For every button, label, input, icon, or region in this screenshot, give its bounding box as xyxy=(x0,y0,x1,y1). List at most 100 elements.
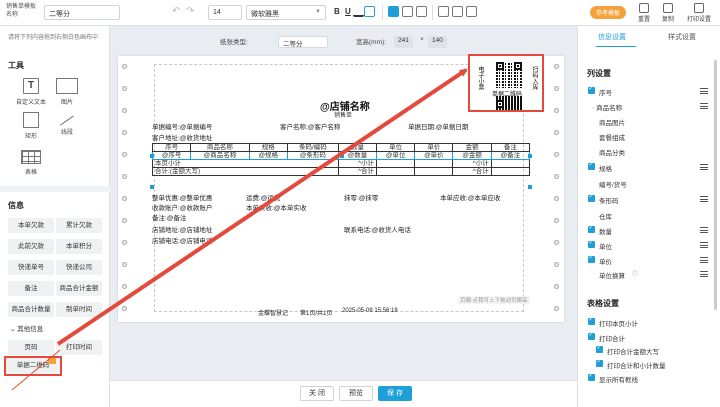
checkbox[interactable] xyxy=(596,344,603,353)
table-cell[interactable]: @商品名称 xyxy=(190,151,250,160)
info-item[interactable]: 商品合计金额 xyxy=(56,281,102,296)
other-info-toggle[interactable]: ⌄ 其他信息 xyxy=(10,323,43,333)
freight-field[interactable]: 运费:@运费 xyxy=(246,192,280,202)
store-phone-field[interactable]: 店铺电话:@店铺电话 xyxy=(152,235,212,245)
info-item[interactable]: 本单积分 xyxy=(56,239,102,254)
drag-handle-icon[interactable] xyxy=(700,196,708,202)
undo-icon[interactable]: ↶ xyxy=(172,6,180,17)
bold-button[interactable]: B xyxy=(334,7,340,16)
tool-line[interactable]: 线段 xyxy=(48,112,86,136)
align-left-icon[interactable] xyxy=(388,6,399,17)
copy-button[interactable]: 复制 xyxy=(655,3,681,23)
customer-address-field[interactable]: 客户地址:@收货地址 xyxy=(152,132,212,142)
valign-top-icon[interactable] xyxy=(438,6,449,17)
column-item[interactable]: 仓库 xyxy=(588,211,710,221)
checkbox[interactable] xyxy=(596,358,603,367)
save-button[interactable]: 保 存 xyxy=(378,386,412,401)
checkbox-toggle[interactable] xyxy=(364,6,375,17)
receiver-phone-field[interactable]: 联系电话:@收货人电话 xyxy=(344,224,411,234)
checkbox[interactable] xyxy=(588,331,595,340)
footer-drag-hint[interactable]: 页脚:点我可上下拖动页脚高 xyxy=(458,296,530,304)
other-item-print-time[interactable]: 打印时间 xyxy=(56,340,102,355)
table-cell[interactable]: @数量 xyxy=(337,151,378,160)
drag-handle-icon[interactable] xyxy=(700,164,708,170)
account-field[interactable]: 收款账户:@收款账户 xyxy=(152,202,212,212)
font-color-icon[interactable] xyxy=(353,6,364,17)
checkbox[interactable] xyxy=(588,316,595,325)
info-item[interactable]: 此前欠款 xyxy=(8,239,54,254)
column-item[interactable]: 单位 xyxy=(588,239,710,251)
print-settings-button[interactable]: 打印设置 xyxy=(682,3,716,23)
tool-custom-text[interactable]: T 自定义文本 xyxy=(12,78,50,106)
subtotal-row[interactable]: 本页小计 ^小计 ^小计 xyxy=(152,159,531,168)
drag-handle-icon[interactable] xyxy=(700,271,708,277)
reference-template-button[interactable]: 参考模板 xyxy=(590,6,627,19)
table-option[interactable]: 打印合计和小计数量 xyxy=(596,358,708,370)
paper-height-input[interactable]: 140 xyxy=(428,36,447,48)
receivable-field[interactable]: 本单应收:@本单应收 xyxy=(440,192,500,202)
selection-handle[interactable] xyxy=(340,154,344,158)
right-scrollbar[interactable] xyxy=(714,60,717,310)
doc-type-label[interactable]: 销售单 xyxy=(334,110,352,119)
discount-field[interactable]: 整单优惠:@整单优惠 xyxy=(152,192,212,202)
checkbox[interactable] xyxy=(588,239,595,248)
info-item[interactable]: 快递公司 xyxy=(56,260,102,275)
info-item[interactable]: 快递单号 xyxy=(8,260,54,275)
selection-handle[interactable] xyxy=(150,185,154,189)
tool-rectangle[interactable]: 矩形 xyxy=(12,112,50,140)
table-option[interactable]: 显示所有框线 xyxy=(588,372,708,384)
qr-code-element[interactable]: 单据二维码 电子小票 扫码入库 xyxy=(468,54,544,112)
align-center-icon[interactable] xyxy=(402,6,413,17)
paper-width-input[interactable]: 241 xyxy=(394,36,413,48)
drag-handle-icon[interactable] xyxy=(700,257,708,263)
tool-table[interactable]: 表格 xyxy=(12,150,50,176)
doc-number-field[interactable]: 单据编号:@单据编号 xyxy=(152,121,212,131)
info-item[interactable]: 本单欠款 xyxy=(8,218,54,233)
checkbox[interactable] xyxy=(588,224,595,233)
store-address-field[interactable]: 店铺地址:@店铺地址 xyxy=(152,224,212,234)
column-item[interactable]: 单价 xyxy=(588,254,710,266)
tab-style-settings[interactable]: 样式设置 xyxy=(668,32,696,42)
info-item[interactable]: 备注 xyxy=(8,281,54,296)
checkbox[interactable] xyxy=(588,85,595,94)
table-cell[interactable]: @规格 xyxy=(248,151,288,160)
table-option[interactable]: 打印合计金额大写 xyxy=(596,344,708,356)
valign-middle-icon[interactable] xyxy=(452,6,463,17)
column-item[interactable]: 套餐组成 xyxy=(588,132,710,142)
table-cell[interactable]: @单价 xyxy=(414,151,454,160)
checkbox[interactable] xyxy=(588,161,595,170)
info-item[interactable]: 商品合计数量 xyxy=(8,302,54,317)
table-option[interactable]: 打印本页小计 xyxy=(588,316,708,328)
checkbox[interactable] xyxy=(588,372,595,381)
column-item[interactable]: 商品图片 xyxy=(588,117,710,127)
template-name-input[interactable]: 二等分 xyxy=(44,5,120,20)
customer-name-field[interactable]: 客户名称:@客户名称 xyxy=(280,121,340,131)
column-item[interactable]: 单位换算 ⓘ xyxy=(588,270,710,280)
info-item[interactable]: 制单时间 xyxy=(56,302,102,317)
column-item[interactable]: ◦ 商品名称 xyxy=(588,102,710,112)
checkbox[interactable] xyxy=(588,193,595,202)
align-right-icon[interactable] xyxy=(416,6,427,17)
brand-footer[interactable]: 金蝶智慧记 xyxy=(258,308,288,317)
table-option[interactable]: 打印合计 xyxy=(588,331,708,343)
print-time-footer[interactable]: 2025-05-08 15:56:18 xyxy=(342,308,398,314)
tool-image[interactable]: 图片 xyxy=(48,78,86,106)
other-item-page-number[interactable]: 页码 xyxy=(8,340,54,355)
table-cell[interactable]: @序号 xyxy=(151,151,192,160)
reset-button[interactable]: 重置 xyxy=(631,3,657,23)
drag-handle-icon[interactable] xyxy=(700,227,708,233)
column-item[interactable]: 序号 xyxy=(588,85,710,97)
drag-handle-icon[interactable] xyxy=(700,103,708,109)
page-number-footer[interactable]: 第1页/共1页 xyxy=(300,308,332,317)
items-table[interactable]: 序号 商品名称 规格 条码/编码 数量 单位 单价 金额 备注 @序号 @商品名… xyxy=(151,143,531,176)
remark-field[interactable]: 备注:@备注 xyxy=(152,212,186,222)
redo-icon[interactable]: ↷ xyxy=(186,6,194,17)
received-field[interactable]: 本单实收:@本单实收 xyxy=(246,202,306,212)
paper-type-select[interactable]: 二等分 xyxy=(278,36,328,48)
round-off-field[interactable]: 抹零:@抹零 xyxy=(344,192,378,202)
column-item[interactable]: 商品分类 xyxy=(588,147,710,157)
doc-date-field[interactable]: 单据日期:@单据日期 xyxy=(408,121,468,131)
table-cell[interactable]: @条形码 xyxy=(286,151,339,160)
preview-button[interactable]: 预览 xyxy=(339,386,373,401)
column-item[interactable]: 编号/货号 xyxy=(588,179,710,189)
